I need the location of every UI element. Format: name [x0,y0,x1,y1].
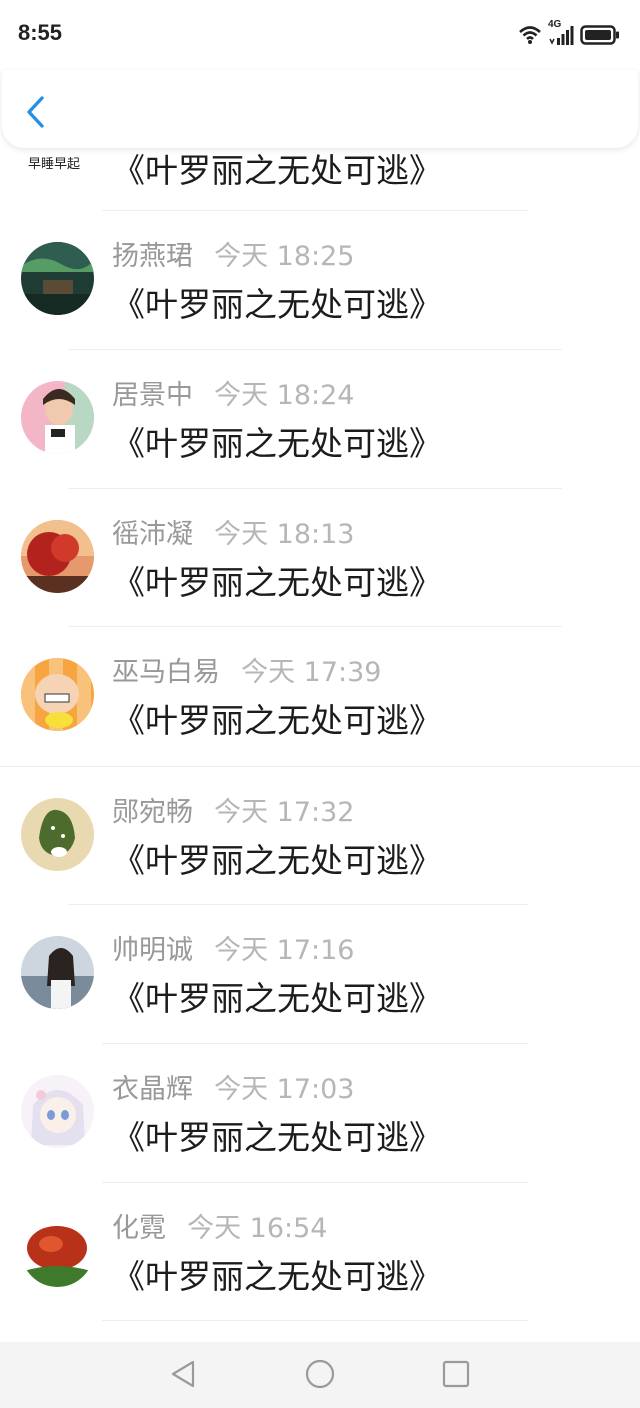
timestamp: 今天 17:03 [214,1074,355,1105]
wifi-icon [519,26,541,44]
comment-meta: 徭沛凝 今天 18:13 [112,512,355,550]
status-bar: 8:55 4G [0,0,640,70]
avatar[interactable] [21,1075,94,1148]
avatar[interactable] [21,658,94,731]
user-name[interactable]: 帅明诚 [112,935,193,966]
user-name[interactable]: 巫马白易 [112,657,220,688]
chevron-left-icon [27,96,44,128]
user-name[interactable]: 郧宛畅 [112,797,193,828]
timestamp: 今天 17:39 [241,657,382,688]
comment-meta: 扬燕珺 今天 18:25 [112,234,355,272]
user-name[interactable]: 衣晶辉 [112,1074,193,1105]
system-nav-bar [0,1342,640,1408]
nav-home-button[interactable] [300,1354,340,1394]
avatar[interactable] [21,798,94,871]
comment-item[interactable]: 化霓 今天 16:54 《叶罗丽之无处可逃》 [0,1184,640,1322]
status-icons: 4G [518,19,620,48]
comment-message: 《叶罗丽之无处可逃》 [112,1257,442,1296]
timestamp: 今天 17:32 [214,797,355,828]
divider [0,766,640,767]
user-name[interactable]: 化霓 [112,1213,166,1244]
signal-icon: 4G [548,19,574,47]
comment-message: 《叶罗丽之无处可逃》 [112,1118,442,1157]
user-name[interactable]: 居景中 [112,380,193,411]
comment-meta: 郧宛畅 今天 17:32 [112,790,355,828]
user-name[interactable]: 扬燕珺 [112,241,193,272]
comment-message: 《叶罗丽之无处可逃》 [112,151,442,190]
comment-meta: 衣晶辉 今天 17:03 [112,1067,355,1105]
top-header [2,70,638,148]
divider [68,626,562,627]
circle-home-icon [305,1359,335,1389]
timestamp: 今天 18:24 [214,380,355,411]
divider [102,1320,528,1321]
timestamp: 今天 18:25 [214,241,355,272]
comment-item[interactable]: 衣晶辉 今天 17:03 《叶罗丽之无处可逃》 [0,1045,640,1183]
timestamp: 今天 16:54 [187,1213,328,1244]
comment-message: 《叶罗丽之无处可逃》 [112,841,442,880]
triangle-back-icon [171,1360,195,1388]
divider [102,210,528,211]
comment-item[interactable]: 居景中 今天 18:24 《叶罗丽之无处可逃》 [0,351,640,489]
avatar-caption: 早睡早起 [28,157,81,172]
avatar[interactable] [21,520,94,593]
divider [68,488,562,489]
comment-message: 《叶罗丽之无处可逃》 [112,285,442,324]
comment-meta: 巫马白易 今天 17:39 [112,650,382,688]
nav-back-button[interactable] [164,1354,204,1394]
comment-meta: 帅明诚 今天 17:16 [112,928,355,966]
status-time: 8:55 [18,20,63,45]
nav-recents-button[interactable] [436,1354,476,1394]
timestamp: 今天 18:13 [214,519,355,550]
comment-item[interactable]: 帅明诚 今天 17:16 《叶罗丽之无处可逃》 [0,906,640,1044]
comment-message: 《叶罗丽之无处可逃》 [112,701,442,740]
timestamp: 今天 17:16 [214,935,355,966]
comment-item[interactable]: 巫马白易 今天 17:39 《叶罗丽之无处可逃》 [0,628,640,766]
avatar[interactable] [21,1214,94,1287]
battery-icon [580,25,619,45]
comment-message: 《叶罗丽之无处可逃》 [112,424,442,463]
comment-message: 《叶罗丽之无处可逃》 [112,563,442,602]
divider [68,349,562,350]
avatar[interactable] [21,381,94,454]
comment-message: 《叶罗丽之无处可逃》 [112,979,442,1018]
comment-item[interactable]: 徭沛凝 今天 18:13 《叶罗丽之无处可逃》 [0,490,640,628]
avatar[interactable] [21,936,94,1009]
comment-meta: 化霓 今天 16:54 [112,1206,328,1244]
comment-item[interactable]: 郧宛畅 今天 17:32 《叶罗丽之无处可逃》 [0,768,640,906]
divider [102,1182,528,1183]
back-button[interactable] [20,92,54,132]
divider [102,1043,528,1044]
comment-item[interactable]: 扬燕珺 今天 18:25 《叶罗丽之无处可逃》 [0,212,640,350]
user-name[interactable]: 徭沛凝 [112,519,193,550]
comment-meta: 居景中 今天 18:24 [112,373,355,411]
divider [68,904,528,905]
square-recents-icon [442,1360,470,1388]
avatar[interactable] [21,242,94,315]
